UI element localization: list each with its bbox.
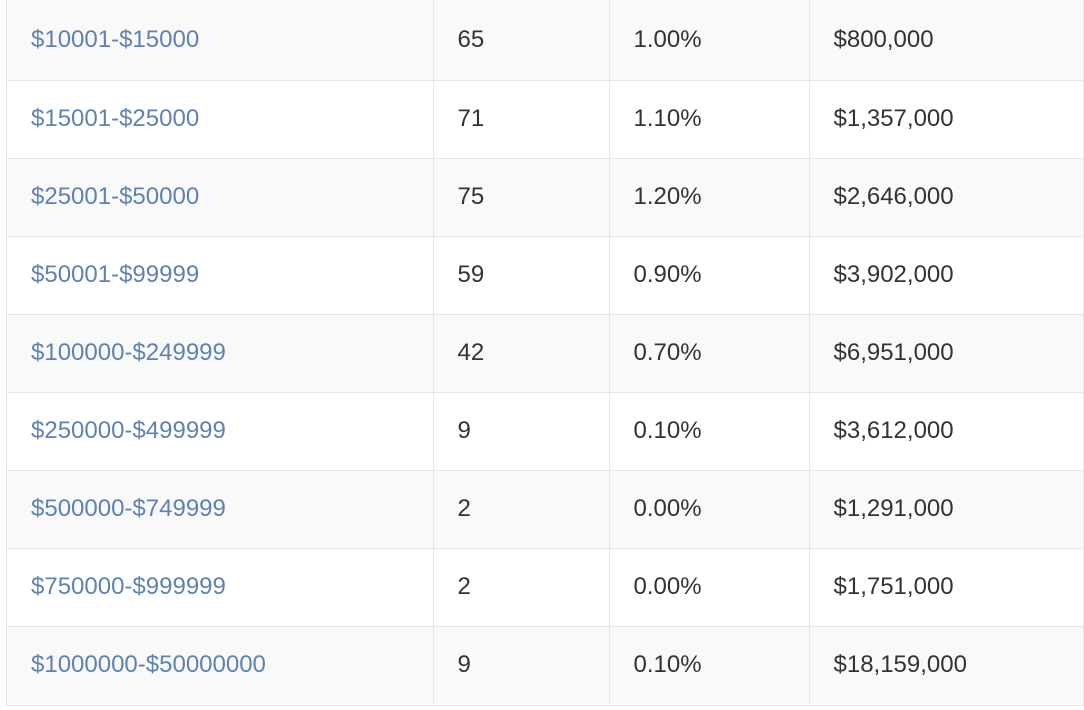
percent-cell: 0.10% <box>608 625 809 704</box>
table-row: $50001-$99999 59 0.90% $3,902,000 <box>7 235 1083 314</box>
percent-cell: 1.10% <box>608 79 809 158</box>
range-cell: $10001-$15000 <box>7 0 433 80</box>
amount-cell: $6,951,000 <box>808 313 1083 392</box>
count-cell: 71 <box>432 79 609 158</box>
range-link[interactable]: $15001-$25000 <box>31 105 199 132</box>
amount-cell: $1,357,000 <box>808 79 1083 158</box>
range-link[interactable]: $50001-$99999 <box>31 261 199 288</box>
amount-cell: $3,902,000 <box>808 235 1083 314</box>
amount-cell: $800,000 <box>808 0 1083 80</box>
range-cell: $500000-$749999 <box>7 469 433 548</box>
table-body: $10001-$15000 65 1.00% $800,000 $15001-$… <box>7 0 1083 704</box>
range-link[interactable]: $250000-$499999 <box>31 417 226 444</box>
range-cell: $50001-$99999 <box>7 235 433 314</box>
percent-cell: 0.70% <box>608 313 809 392</box>
count-cell: 65 <box>432 0 609 80</box>
count-cell: 9 <box>432 391 609 470</box>
amount-cell: $2,646,000 <box>808 157 1083 236</box>
percent-cell: 1.00% <box>608 0 809 80</box>
range-link[interactable]: $10001-$15000 <box>31 26 199 53</box>
table-row: $10001-$15000 65 1.00% $800,000 <box>7 0 1083 80</box>
range-cell: $250000-$499999 <box>7 391 433 470</box>
count-cell: 2 <box>432 547 609 626</box>
percent-cell: 0.00% <box>608 469 809 548</box>
amount-cell: $1,751,000 <box>808 547 1083 626</box>
percent-cell: 0.90% <box>608 235 809 314</box>
percent-cell: 1.20% <box>608 157 809 236</box>
data-table-container: $10001-$15000 65 1.00% $800,000 $15001-$… <box>6 0 1084 706</box>
table-row: $500000-$749999 2 0.00% $1,291,000 <box>7 469 1083 548</box>
range-cell: $25001-$50000 <box>7 157 433 236</box>
table-row: $750000-$999999 2 0.00% $1,751,000 <box>7 547 1083 626</box>
count-cell: 75 <box>432 157 609 236</box>
count-cell: 42 <box>432 313 609 392</box>
donation-range-table: $10001-$15000 65 1.00% $800,000 $15001-$… <box>7 0 1083 704</box>
amount-cell: $1,291,000 <box>808 469 1083 548</box>
count-cell: 9 <box>432 625 609 704</box>
table-row: $1000000-$50000000 9 0.10% $18,159,000 <box>7 625 1083 704</box>
table-row: $100000-$249999 42 0.70% $6,951,000 <box>7 313 1083 392</box>
range-link[interactable]: $750000-$999999 <box>31 573 226 600</box>
range-link[interactable]: $100000-$249999 <box>31 339 226 366</box>
range-link[interactable]: $1000000-$50000000 <box>31 651 266 678</box>
table-row: $15001-$25000 71 1.10% $1,357,000 <box>7 79 1083 158</box>
percent-cell: 0.10% <box>608 391 809 470</box>
range-cell: $15001-$25000 <box>7 79 433 158</box>
range-link[interactable]: $500000-$749999 <box>31 495 226 522</box>
range-link[interactable]: $25001-$50000 <box>31 183 199 210</box>
amount-cell: $3,612,000 <box>808 391 1083 470</box>
table-row: $250000-$499999 9 0.10% $3,612,000 <box>7 391 1083 470</box>
percent-cell: 0.00% <box>608 547 809 626</box>
table-row: $25001-$50000 75 1.20% $2,646,000 <box>7 157 1083 236</box>
range-cell: $100000-$249999 <box>7 313 433 392</box>
count-cell: 2 <box>432 469 609 548</box>
amount-cell: $18,159,000 <box>808 625 1083 704</box>
range-cell: $750000-$999999 <box>7 547 433 626</box>
count-cell: 59 <box>432 235 609 314</box>
range-cell: $1000000-$50000000 <box>7 625 433 704</box>
